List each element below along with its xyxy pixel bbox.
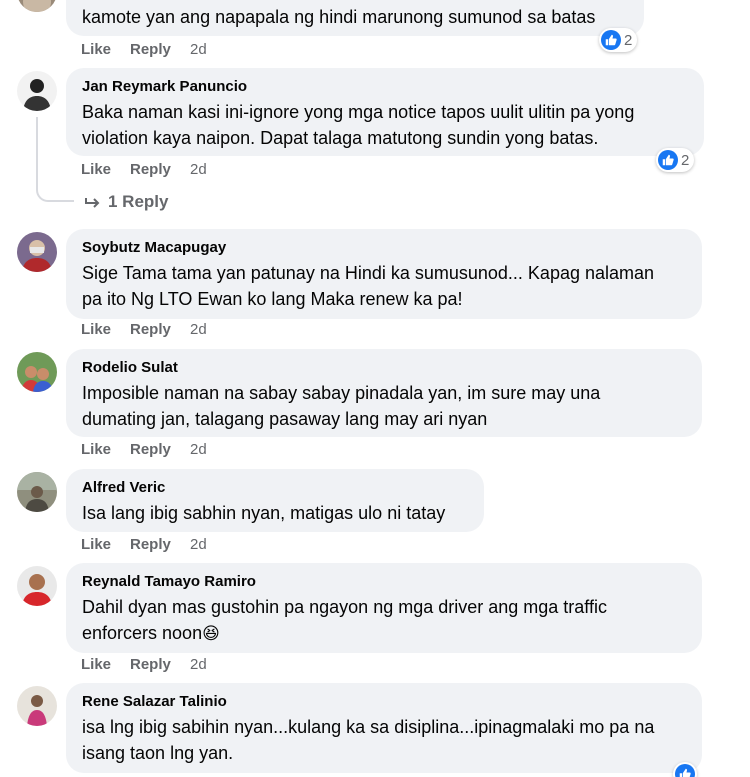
avatar[interactable] xyxy=(17,232,57,272)
thumbs-up-icon xyxy=(601,30,621,50)
reply-button[interactable]: Reply xyxy=(130,161,190,178)
timestamp[interactable]: 2d xyxy=(190,536,207,553)
like-button[interactable]: Like xyxy=(81,441,130,458)
comment-bubble: kamote yan ang napapala ng hindi marunon… xyxy=(66,0,644,36)
comment-text: Imposible naman na sabay sabay pinadala … xyxy=(82,383,601,429)
laughing-emoji-icon: 😆 xyxy=(202,624,220,644)
like-button[interactable]: Like xyxy=(81,656,130,673)
timestamp[interactable]: 2d xyxy=(190,41,207,58)
timestamp[interactable]: 2d xyxy=(190,441,207,458)
replies-count[interactable]: 1 Reply xyxy=(108,192,168,212)
comment-actions: Like Reply 2d xyxy=(81,656,207,673)
reply-button[interactable]: Reply xyxy=(130,656,190,673)
comment-bubble: Rodelio Sulat Imposible naman na sabay s… xyxy=(66,349,702,437)
comment-actions: Like Reply 2d xyxy=(81,161,207,178)
thread-line xyxy=(36,117,38,187)
like-button[interactable]: Like xyxy=(81,41,130,58)
reply-button[interactable]: Reply xyxy=(130,321,190,338)
comment-text: isa lng ibig sabihin nyan...kulang ka sa… xyxy=(82,717,655,763)
reply-button[interactable]: Reply xyxy=(130,441,190,458)
comment-bubble: Jan Reymark Panuncio Baka naman kasi ini… xyxy=(66,68,704,156)
reaction-count[interactable]: 2 xyxy=(656,148,695,172)
thumbs-up-icon xyxy=(658,150,678,170)
comment-feed: kamote yan ang napapala ng hindi marunon… xyxy=(0,0,750,777)
comment-actions: Like Reply 2d xyxy=(81,536,207,553)
comment-actions: Like Reply 2d xyxy=(81,441,207,458)
comment-text: kamote yan ang napapala ng hindi marunon… xyxy=(82,7,596,27)
reply-button[interactable]: Reply xyxy=(130,536,190,553)
thumbs-up-icon xyxy=(675,764,695,777)
avatar[interactable] xyxy=(17,566,57,606)
reaction-number: 2 xyxy=(681,151,690,169)
avatar[interactable] xyxy=(17,352,57,392)
like-button[interactable]: Like xyxy=(81,161,130,178)
timestamp[interactable]: 2d xyxy=(190,321,207,338)
avatar[interactable] xyxy=(17,71,57,111)
reply-button[interactable]: Reply xyxy=(130,41,190,58)
thread-connector xyxy=(36,180,74,202)
timestamp[interactable]: 2d xyxy=(190,161,207,178)
comment-text: Baka naman kasi ini-ignore yong mga noti… xyxy=(82,102,635,148)
comment-text: Dahil dyan mas gustohin pa ngayon ng mga… xyxy=(82,597,607,644)
comment-bubble: Reynald Tamayo Ramiro Dahil dyan mas gus… xyxy=(66,563,702,653)
comment-actions: Like Reply 2d xyxy=(81,321,207,338)
comment-actions: Like Reply 2d xyxy=(81,41,207,58)
like-button[interactable]: Like xyxy=(81,536,130,553)
comment-text: Sige Tama tama yan patunay na Hindi ka s… xyxy=(82,263,655,309)
view-replies-link[interactable]: 1 Reply xyxy=(84,192,168,212)
comment-author[interactable]: Rene Salazar Talinio xyxy=(82,693,686,711)
comment-bubble: Rene Salazar Talinio isa lng ibig sabihi… xyxy=(66,683,702,773)
comment-bubble: Soybutz Macapugay Sige Tama tama yan pat… xyxy=(66,229,702,319)
comment-author[interactable]: Rodelio Sulat xyxy=(82,359,686,377)
comment-author[interactable]: Alfred Veric xyxy=(82,479,468,497)
comment-author[interactable]: Soybutz Macapugay xyxy=(82,239,686,257)
comment-text: Isa lang ibig sabhin nyan, matigas ulo n… xyxy=(82,503,446,523)
like-button[interactable]: Like xyxy=(81,321,130,338)
comment-author[interactable]: Jan Reymark Panuncio xyxy=(82,78,688,96)
comment-author[interactable]: Reynald Tamayo Ramiro xyxy=(82,573,686,591)
comment-bubble: Alfred Veric Isa lang ibig sabhin nyan, … xyxy=(66,469,484,532)
avatar[interactable] xyxy=(17,0,57,12)
reply-arrow-icon xyxy=(85,198,100,208)
avatar[interactable] xyxy=(17,686,57,726)
timestamp[interactable]: 2d xyxy=(190,656,207,673)
reaction-number: 2 xyxy=(624,31,633,49)
reaction-count[interactable]: 2 xyxy=(599,28,638,52)
avatar[interactable] xyxy=(17,472,57,512)
